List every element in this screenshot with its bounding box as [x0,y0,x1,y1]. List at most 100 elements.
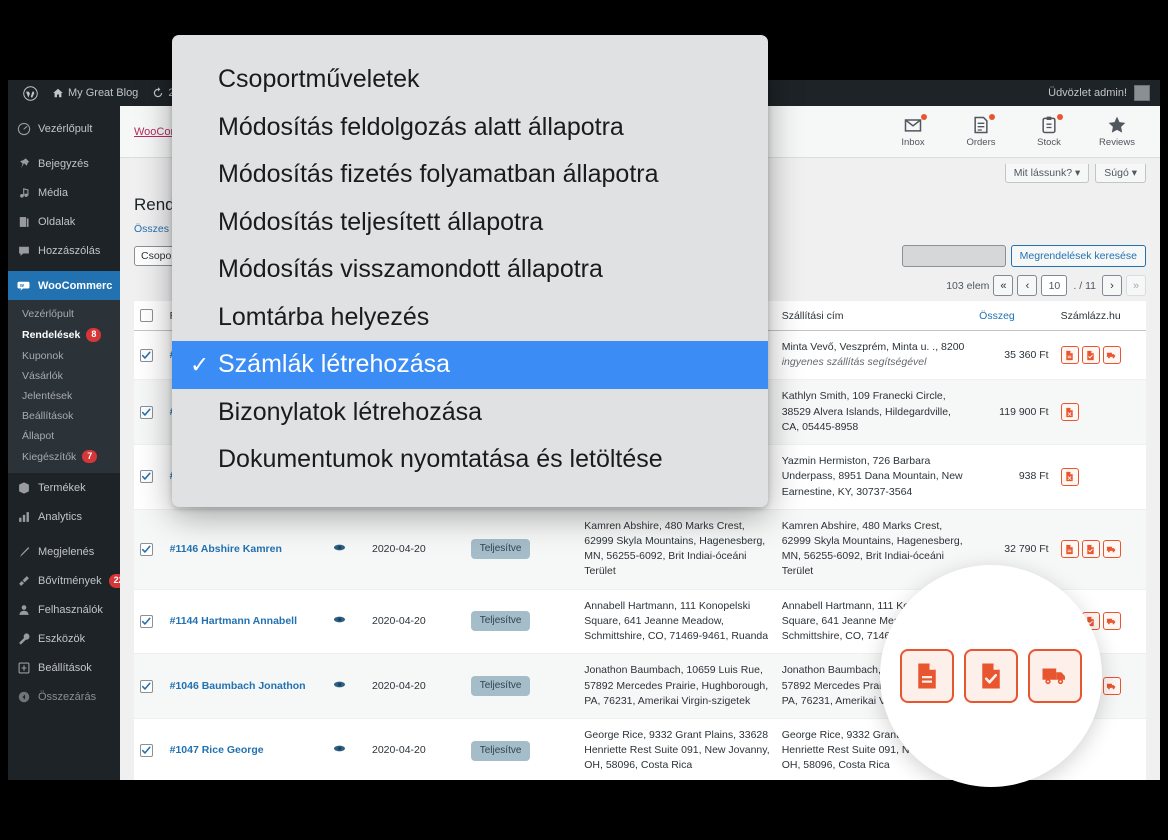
row-checkbox[interactable] [140,542,153,556]
search-input[interactable] [901,245,1006,267]
row-checkbox[interactable] [140,470,153,484]
bulk-action-option[interactable]: Módosítás fizetés folyamatban állapotra [172,151,768,199]
eye-icon[interactable] [333,744,346,756]
order-link[interactable]: #1144 Hartmann Annabell [170,615,297,627]
bulk-action-option[interactable]: Csoportműveletek [172,56,768,104]
sidebar-item-users[interactable]: Felhasználók [8,595,120,624]
sidebar-item-posts[interactable]: Bejegyzés [8,149,120,178]
sidebar-item-analytics[interactable]: Analytics [8,502,120,531]
toolbar-reviews-button[interactable]: Reviews [1094,115,1140,148]
preview-cell[interactable] [326,718,366,780]
submenu-item-orders[interactable]: Rendelések 8 [8,324,120,346]
help-button[interactable]: Súgó ▾ [1095,164,1146,183]
avatar[interactable] [1134,85,1150,101]
row-checkbox[interactable] [140,679,153,693]
bulk-action-option[interactable]: Bizonylatok létrehozása [172,389,768,437]
eye-icon[interactable] [333,615,346,627]
bulk-action-option[interactable]: Dokumentumok nyomtatása és letöltése [172,436,768,484]
delivery-note-button[interactable] [1102,677,1121,696]
bulk-action-option[interactable]: ✓ Számlák létrehozása [172,341,768,389]
submenu-item-status[interactable]: Állapot [8,426,120,446]
toolbar-inbox-button[interactable]: Inbox [890,114,936,148]
bulk-action-option[interactable]: Módosítás teljesített állapotra [172,199,768,247]
receipt-button[interactable] [1081,540,1100,559]
row-checkbox[interactable] [140,744,153,758]
row-checkbox[interactable] [140,614,153,628]
preview-cell[interactable] [326,509,366,590]
szamlazz-cell[interactable] [1054,509,1146,590]
column-total[interactable]: Összeg [973,301,1055,331]
row-select-cell[interactable] [134,653,164,719]
row-select-cell[interactable] [134,589,164,655]
row-select-cell[interactable] [134,330,164,381]
search-orders-button[interactable]: Megrendelések keresése [1010,245,1146,267]
order-link[interactable]: #1146 Abshire Kamren [170,543,282,555]
screen-options-button[interactable]: Mit lássunk? ▾ [1004,164,1090,183]
submenu-item-extensions[interactable]: Kiegészítők 7 [8,446,120,468]
szamlazz-cell[interactable] [1054,379,1146,446]
row-checkbox[interactable] [140,405,153,419]
order-cell[interactable]: #1146 Abshire Kamren [163,509,327,590]
sidebar-item-tools[interactable]: Eszközök [8,624,120,653]
sidebar-item-pages[interactable]: Oldalak [8,207,120,236]
create-receipt-button[interactable] [964,649,1018,703]
row-select-cell[interactable] [134,509,164,590]
sidebar-item-appearance[interactable]: Megjelenés [8,537,120,566]
szamlazz-cell[interactable] [1054,444,1146,510]
delivery-note-button[interactable] [1102,540,1121,559]
order-cell[interactable]: #1144 Hartmann Annabell [163,589,327,655]
invoice-x-button[interactable] [1060,403,1079,422]
toolbar-orders-button[interactable]: Orders [958,114,1004,148]
preview-cell[interactable] [326,589,366,655]
sidebar-item-settings[interactable]: Beállítások [8,653,120,682]
bulk-action-option[interactable]: Módosítás feldolgozás alatt állapotra [172,104,768,152]
shipping-address-cell[interactable]: Yazmin Hermiston, 726 Barbara Underpass,… [775,444,974,510]
preview-cell[interactable] [326,653,366,719]
bulk-action-option[interactable]: Módosítás visszamondott állapotra [172,246,768,294]
row-select-cell[interactable] [134,718,164,780]
greeting-label[interactable]: Üdvözlet admin! [1048,87,1127,99]
delivery-note-button[interactable] [1102,346,1121,365]
order-link[interactable]: #1046 Baumbach Jonathon [170,680,306,692]
sidebar-item-collapse[interactable]: Összezárás [8,682,120,711]
shipping-address-cell[interactable]: Kathlyn Smith, 109 Franecki Circle, 3852… [775,379,974,446]
sidebar-item-products[interactable]: Termékek [8,473,120,502]
bulk-actions-dropdown-menu[interactable]: Csoportműveletek Módosítás feldolgozás al… [172,35,768,507]
row-select-cell[interactable] [134,379,164,446]
invoice-button[interactable] [1060,540,1079,559]
invoice-button[interactable] [1060,346,1079,365]
pagination-first-button[interactable]: « [993,275,1014,296]
order-cell[interactable]: #1047 Rice George [163,718,327,780]
create-invoice-button[interactable] [900,649,954,703]
invoice-x-button[interactable] [1060,467,1079,486]
submenu-item-dashboard[interactable]: Vezérlőpult [8,304,120,324]
submenu-item-settings[interactable]: Beállítások [8,406,120,426]
submenu-item-customers[interactable]: Vásárlók [8,366,120,386]
order-cell[interactable]: #1046 Baumbach Jonathon [163,653,327,719]
bulk-action-option[interactable]: Lomtárba helyezés [172,294,768,342]
filter-all-label[interactable]: Összes [134,223,169,235]
submenu-item-reports[interactable]: Jelentések [8,386,120,406]
pagination-current-input[interactable]: 10 [1041,275,1068,296]
receipt-button[interactable] [1081,346,1100,365]
eye-icon[interactable] [333,543,346,555]
column-shipping-address[interactable]: Szállítási cím [775,301,974,331]
sidebar-item-media[interactable]: Média [8,178,120,207]
delivery-note-button[interactable] [1102,612,1121,631]
shipping-address-cell[interactable]: Minta Vevő, Veszprém, Minta u. ., 8200 in… [775,330,974,381]
wordpress-logo-icon[interactable] [16,80,45,106]
toolbar-stock-button[interactable]: Stock [1026,114,1072,148]
delivery-note-button[interactable] [1028,649,1082,703]
row-checkbox[interactable] [140,348,153,362]
order-link[interactable]: #1047 Rice George [170,744,264,756]
site-name-menu[interactable]: My Great Blog [45,80,145,106]
sidebar-item-plugins[interactable]: Bővítmények 22 [8,566,129,595]
pagination-next-button[interactable]: › [1102,275,1122,296]
szamlazz-cell[interactable] [1054,330,1146,381]
submenu-item-coupons[interactable]: Kuponok [8,346,120,366]
pagination-prev-button[interactable]: ‹ [1017,275,1038,296]
sidebar-item-woocommerce[interactable]: W WooCommerce [8,271,120,300]
select-all-header[interactable] [134,301,164,331]
eye-icon[interactable] [333,680,346,692]
sidebar-item-dashboard[interactable]: Vezérlőpult [8,114,120,143]
